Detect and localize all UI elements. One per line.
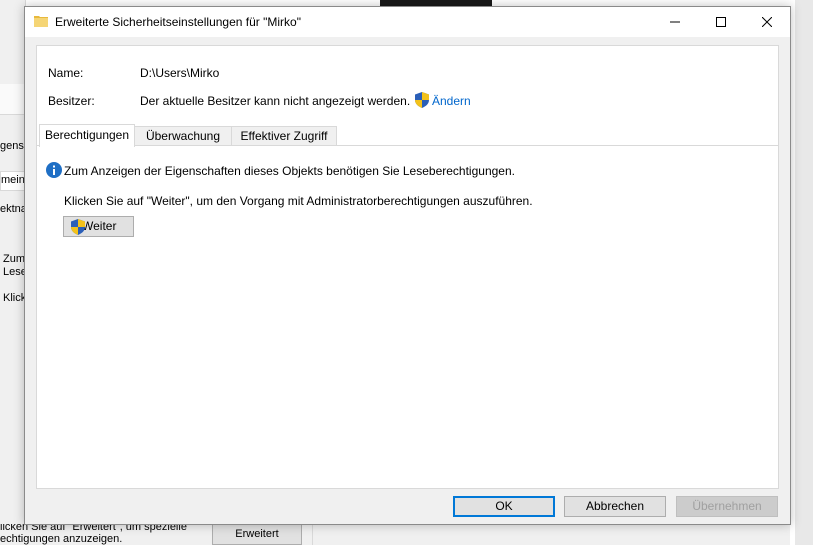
name-value: D:\Users\Mirko [140,66,220,80]
shield-icon [415,92,429,108]
ok-button[interactable]: OK [453,496,555,517]
tab-effective-access[interactable]: Effektiver Zugriff [231,126,337,146]
continue-button[interactable]: Weiter [63,216,134,237]
background-text: licken Sie auf "Erweitert", um spezielle [0,524,187,533]
tab-permissions[interactable]: Berechtigungen [39,124,135,147]
permissions-panel: Zum Anzeigen der Eigenschaften dieses Ob… [37,145,778,488]
close-button[interactable] [744,7,790,37]
background-text: Lese [3,266,26,278]
background-separator [312,524,323,545]
dialog-content: Name: D:\Users\Mirko Besitzer: Der aktue… [36,45,779,489]
background-text: gens [0,140,24,152]
shield-icon [71,219,85,235]
folder-icon [34,14,48,28]
background-text: Zum [3,253,25,265]
background-window-right [795,0,813,545]
background-toolbar [0,84,25,115]
owner-value: Der aktuelle Besitzer kann nicht angezei… [140,94,411,108]
dialog-title: Erweiterte Sicherheitseinstellungen für … [55,15,301,29]
apply-button[interactable]: Übernehmen [676,496,778,517]
cancel-button[interactable]: Abbrechen [564,496,666,517]
background-window-bottom: licken Sie auf "Erweitert", um spezielle… [0,524,790,545]
owner-label: Besitzer: [48,94,95,108]
close-icon [762,17,772,27]
title-bar[interactable]: Erweiterte Sicherheitseinstellungen für … [25,7,790,37]
minimize-icon [670,21,680,23]
background-text: ektna [0,203,26,215]
background-text: mein [1,174,25,186]
info-icon [46,162,62,178]
background-window: gens mein ektna Zum Lese Klick [0,0,26,545]
continue-message: Klicken Sie auf "Weiter", um den Vorgang… [64,194,533,208]
change-owner-link[interactable]: Ändern [432,94,471,108]
background-erweitert-button[interactable]: Erweitert [212,524,302,545]
background-text: echtigungen anzuzeigen. [0,533,123,545]
minimize-button[interactable] [652,7,698,37]
background-text: Klick [3,292,26,304]
continue-button-label: Weiter [82,219,117,233]
security-settings-dialog: Erweiterte Sicherheitseinstellungen für … [24,6,791,525]
info-message: Zum Anzeigen der Eigenschaften dieses Ob… [64,164,515,178]
tab-auditing[interactable]: Überwachung [134,126,232,146]
maximize-button[interactable] [698,7,744,37]
name-label: Name: [48,66,84,80]
maximize-icon [716,17,726,27]
